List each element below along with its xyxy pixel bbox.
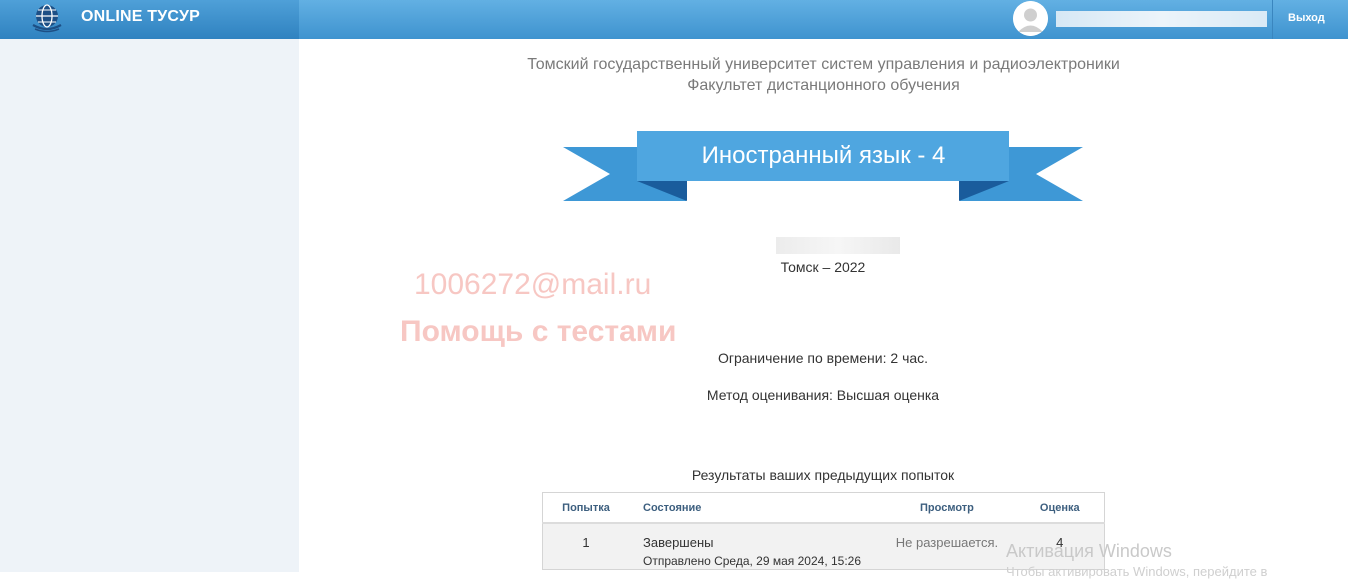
col-review: Просмотр xyxy=(878,492,1016,524)
brand-title[interactable]: ONLINE ТУСУР xyxy=(81,8,200,26)
attempt-review: Не разрешается. xyxy=(895,535,999,550)
header-divider xyxy=(1272,0,1273,39)
author-redacted xyxy=(776,237,900,254)
attempt-number: 1 xyxy=(582,535,590,550)
col-attempt: Попытка xyxy=(542,492,629,524)
grading-method: Метод оценивания: Высшая оценка xyxy=(706,387,940,403)
time-limit: Ограничение по времени: 2 час. xyxy=(717,350,929,366)
faculty-name: Факультет дистанционного обучения xyxy=(687,77,960,94)
watermark-text: Помощь с тестами xyxy=(400,315,677,348)
course-title: Иностранный язык - 4 xyxy=(701,142,946,169)
windows-activation-title: Активация Windows xyxy=(1006,541,1172,561)
logout-link[interactable]: Выход xyxy=(1288,12,1325,24)
main-content: Томский государственный университет сист… xyxy=(299,39,1348,572)
user-avatar[interactable] xyxy=(1013,1,1048,36)
university-name: Томский государственный университет сист… xyxy=(527,56,1120,73)
col-grade: Оценка xyxy=(1015,492,1105,524)
brand-area[interactable]: ONLINE ТУСУР xyxy=(0,0,299,39)
user-icon xyxy=(1013,1,1048,36)
sidebar xyxy=(0,39,299,572)
watermark-email: 1006272@mail.ru xyxy=(414,268,652,301)
table-header-row: Попытка Состояние Просмотр Оценка xyxy=(542,492,1105,524)
attempt-submitted: Отправлено Среда, 29 мая 2024, 15:26 xyxy=(643,554,862,568)
col-state: Состояние xyxy=(629,492,879,524)
top-header: ONLINE ТУСУР Выход xyxy=(0,0,1348,39)
globe-logo-icon xyxy=(32,4,62,33)
results-heading: Результаты ваших предыдущих попыток xyxy=(691,467,955,483)
username-redacted[interactable] xyxy=(1056,11,1267,27)
attempt-state: Завершены xyxy=(643,535,714,550)
city-year: Томск – 2022 xyxy=(780,259,866,275)
